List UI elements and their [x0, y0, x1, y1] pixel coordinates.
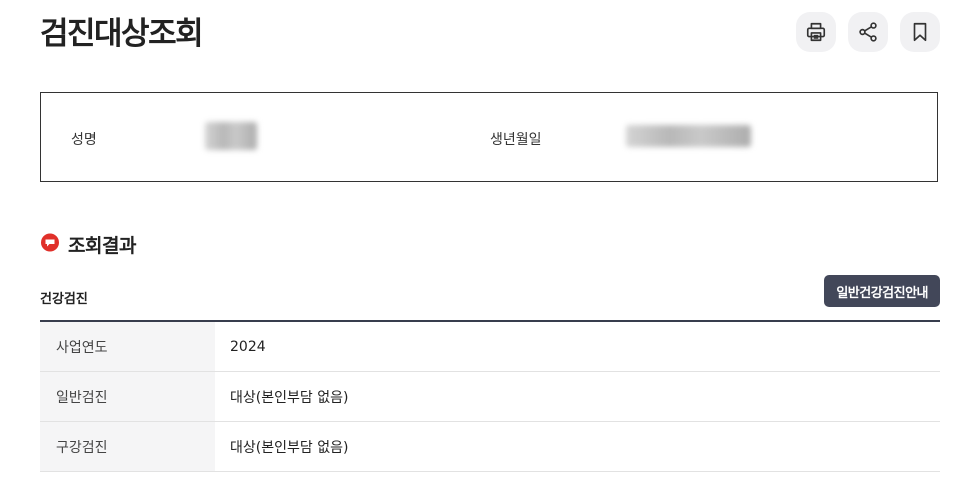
share-icon	[857, 21, 879, 43]
row-value: 2024	[215, 321, 940, 372]
print-button[interactable]	[796, 12, 836, 52]
print-icon	[805, 21, 827, 43]
name-value-redacted	[205, 122, 257, 150]
row-label: 일반검진	[40, 371, 215, 422]
general-checkup-guide-button[interactable]: 일반건강검진안내	[824, 275, 940, 307]
birth-label: 생년월일	[490, 132, 542, 148]
birth-value-redacted	[626, 125, 751, 147]
row-label: 사업연도	[40, 321, 215, 372]
speech-bubble-icon	[40, 233, 60, 257]
table-row: 사업연도 2024	[40, 321, 940, 372]
table-row: 일반검진 대상(본인부담 없음)	[40, 371, 940, 422]
share-button[interactable]	[848, 12, 888, 52]
toolbar	[796, 12, 940, 52]
page-title: 검진대상조회	[40, 16, 204, 52]
bookmark-icon	[909, 21, 931, 43]
row-value: 대상(본인부담 없음)	[215, 371, 940, 422]
checkup-table: 사업연도 2024 일반검진 대상(본인부담 없음) 구강검진 대상(본인부담 …	[40, 320, 940, 472]
personal-info-box: 성명 생년월일	[40, 92, 938, 182]
row-label: 구강검진	[40, 421, 215, 472]
result-heading-text: 조회결과	[68, 235, 136, 257]
name-label: 성명	[71, 132, 97, 148]
table-row: 구강검진 대상(본인부담 없음)	[40, 421, 940, 472]
bookmark-button[interactable]	[900, 12, 940, 52]
result-heading: 조회결과	[40, 231, 136, 258]
row-value: 대상(본인부담 없음)	[215, 421, 940, 472]
checkup-title: 건강검진	[40, 292, 88, 307]
